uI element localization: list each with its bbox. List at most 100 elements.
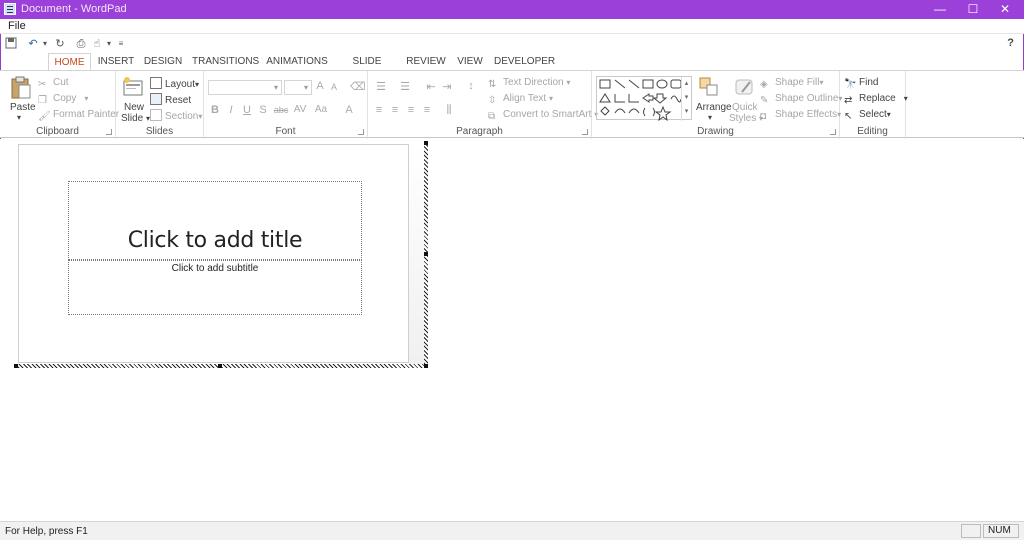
resize-handle-right[interactable] bbox=[424, 252, 428, 256]
copy-button[interactable]: ❐ Copy ▾ bbox=[38, 93, 88, 107]
tab-slide-show[interactable]: SLIDE SHOW bbox=[338, 53, 396, 85]
slide-canvas[interactable]: Click to add title Click to add subtitle bbox=[18, 144, 409, 363]
tab-design[interactable]: DESIGN bbox=[142, 53, 184, 71]
font-name-combo[interactable] bbox=[208, 80, 282, 95]
tab-transitions[interactable]: TRANSITIONS bbox=[192, 53, 259, 71]
slides-group-label: Slides bbox=[145, 126, 174, 137]
tab-developer[interactable]: DEVELOPER bbox=[494, 53, 555, 71]
copy-icon: ❐ bbox=[38, 95, 47, 106]
arrange-icon[interactable] bbox=[698, 76, 720, 101]
paste-button[interactable]: Paste bbox=[10, 102, 36, 113]
arrange-button[interactable]: Arrange bbox=[696, 102, 732, 113]
clear-formatting-icon[interactable]: ⌫ bbox=[350, 80, 366, 93]
paste-icon[interactable] bbox=[10, 76, 32, 99]
font-size-combo[interactable] bbox=[284, 80, 312, 95]
resize-handle-bottom-left[interactable] bbox=[14, 364, 18, 368]
tab-animations[interactable]: ANIMATIONS bbox=[266, 53, 328, 71]
section-button[interactable]: Section▾ bbox=[150, 109, 202, 122]
subtitle-placeholder[interactable]: Click to add subtitle bbox=[68, 260, 362, 315]
title-bar[interactable]: Document - WordPad — ☐ ✕ bbox=[0, 0, 1024, 19]
new-slide-button[interactable]: Slide ▾ bbox=[121, 113, 150, 124]
shape-outline-button[interactable]: ✎ Shape Outline▾ bbox=[760, 93, 842, 107]
close-button[interactable]: ✕ bbox=[988, 0, 1022, 19]
align-text-button[interactable]: ⇳ Align Text ▾ bbox=[488, 93, 553, 107]
shapes-gallery[interactable]: ▴ ▾ ▾ bbox=[596, 76, 692, 121]
paint-bucket-icon: ◈ bbox=[760, 79, 768, 90]
text-direction-icon: ⇅ bbox=[488, 79, 497, 90]
customize-qat-icon[interactable]: ≡ bbox=[114, 37, 128, 51]
justify-icon[interactable]: ≡ bbox=[420, 104, 434, 116]
find-button[interactable]: 🔭 Find bbox=[844, 77, 878, 91]
resize-handle-top-right[interactable] bbox=[424, 141, 428, 145]
grow-font-button[interactable]: A bbox=[313, 80, 327, 92]
increase-indent-icon[interactable]: ⇥ bbox=[440, 80, 454, 93]
wordpad-app-icon[interactable] bbox=[4, 3, 16, 15]
paragraph-launcher-icon[interactable] bbox=[582, 129, 588, 135]
align-center-icon[interactable]: ≡ bbox=[388, 104, 402, 116]
reset-button[interactable]: Reset bbox=[150, 93, 191, 106]
font-group: A A ⌫ B I U S abc AV Aa A Font bbox=[204, 71, 368, 139]
new-slide-icon[interactable] bbox=[122, 76, 144, 101]
help-icon[interactable]: ? bbox=[1007, 37, 1014, 49]
shadow-button[interactable]: S bbox=[256, 104, 270, 116]
document-workspace[interactable]: Click to add title Click to add subtitle bbox=[0, 139, 1024, 521]
arrange-dropdown-icon[interactable]: ▾ bbox=[708, 113, 712, 122]
align-text-icon: ⇳ bbox=[488, 95, 497, 106]
columns-icon[interactable]: ⫼ bbox=[442, 104, 456, 117]
align-right-icon[interactable]: ≡ bbox=[404, 104, 418, 116]
minimize-button[interactable]: — bbox=[923, 0, 957, 19]
quick-styles-button[interactable]: Styles ▾ bbox=[729, 113, 763, 124]
align-left-icon[interactable]: ≡ bbox=[372, 104, 386, 116]
resize-handle-bottom-right[interactable] bbox=[424, 364, 428, 368]
shrink-font-button[interactable]: A bbox=[327, 82, 341, 92]
drawing-launcher-icon[interactable] bbox=[830, 129, 836, 135]
reset-icon bbox=[150, 93, 162, 105]
font-launcher-icon[interactable] bbox=[358, 129, 364, 135]
tab-review[interactable]: REVIEW bbox=[405, 53, 447, 71]
format-painter-button[interactable]: 🖌 Format Painter bbox=[38, 109, 119, 123]
text-direction-button[interactable]: ⇅ Text Direction ▾ bbox=[488, 77, 570, 91]
resize-handle-bottom[interactable] bbox=[218, 364, 222, 368]
shape-fill-button[interactable]: ◈ Shape Fill▾ bbox=[760, 77, 823, 91]
redo-icon[interactable]: ↻ bbox=[53, 37, 67, 51]
print-preview-icon[interactable]: ⎙ bbox=[74, 37, 88, 51]
char-spacing-button[interactable]: AV bbox=[290, 104, 310, 115]
layout-button[interactable]: Layout▾ bbox=[150, 77, 199, 90]
select-button[interactable]: ↖ Select▾ bbox=[844, 109, 891, 123]
bold-button[interactable]: B bbox=[208, 104, 222, 116]
new-slide-label-1[interactable]: New bbox=[124, 102, 144, 113]
convert-smartart-button[interactable]: ⧉ Convert to SmartArt ▾ bbox=[488, 109, 598, 123]
shape-fill-label: Shape Fill bbox=[775, 77, 820, 88]
line-spacing-icon[interactable]: ↕ bbox=[462, 80, 480, 92]
italic-button[interactable]: I bbox=[224, 104, 238, 116]
tab-view[interactable]: VIEW bbox=[455, 53, 485, 71]
decrease-indent-icon[interactable]: ⇤ bbox=[424, 80, 438, 93]
convert-smartart-label: Convert to SmartArt bbox=[503, 109, 592, 120]
quick-styles-icon[interactable] bbox=[734, 76, 756, 101]
font-color-button[interactable]: A bbox=[342, 104, 356, 116]
replace-button[interactable]: ⇄ Replace ▾ bbox=[844, 93, 908, 107]
undo-dropdown-icon[interactable]: ▾ bbox=[38, 37, 52, 51]
cut-button[interactable]: ✂ Cut bbox=[38, 77, 69, 91]
section-label: Section bbox=[165, 111, 199, 122]
underline-button[interactable]: U bbox=[240, 104, 254, 116]
tab-home[interactable]: HOME bbox=[48, 53, 91, 71]
shapes-more-icon[interactable]: ▴ ▾ ▾ bbox=[681, 77, 691, 121]
clipboard-launcher-icon[interactable] bbox=[106, 129, 112, 135]
title-placeholder[interactable]: Click to add title bbox=[68, 181, 362, 260]
save-icon[interactable] bbox=[4, 37, 18, 51]
shape-effects-button[interactable]: ◘ Shape Effects▾ bbox=[760, 109, 841, 123]
numbering-icon[interactable]: ☰ bbox=[396, 80, 414, 93]
maximize-button[interactable]: ☐ bbox=[956, 0, 990, 19]
title-placeholder-text: Click to add title bbox=[127, 228, 303, 253]
tab-insert[interactable]: INSERT bbox=[96, 53, 136, 71]
quick-styles-label-1[interactable]: Quick bbox=[732, 102, 758, 113]
strikethrough-button[interactable]: abc bbox=[272, 105, 290, 115]
paste-dropdown-icon[interactable]: ▾ bbox=[17, 113, 21, 122]
scissors-icon: ✂ bbox=[38, 79, 47, 90]
cursor-icon: ↖ bbox=[844, 111, 853, 122]
bullets-icon[interactable]: ☰ bbox=[372, 80, 390, 93]
file-menu[interactable]: File bbox=[8, 20, 26, 32]
shape-effects-label: Shape Effects bbox=[775, 109, 838, 120]
change-case-button[interactable]: Aa bbox=[312, 104, 330, 115]
